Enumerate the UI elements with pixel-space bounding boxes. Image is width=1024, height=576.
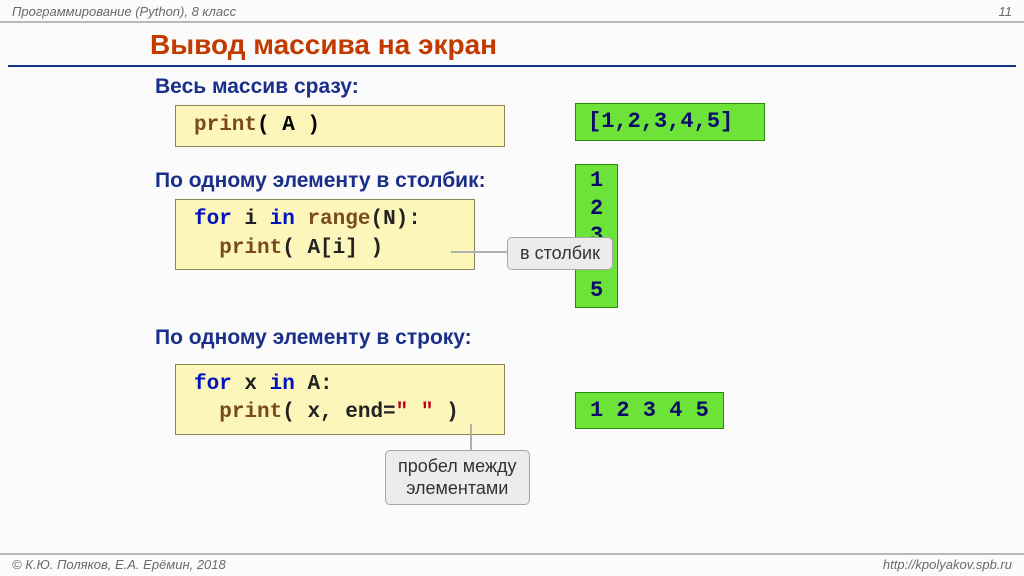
- connector-line: [451, 251, 509, 253]
- copyright: © К.Ю. Поляков, Е.А. Ерёмин, 2018: [12, 557, 226, 572]
- callout-space: пробел между элементами: [385, 450, 530, 505]
- output-box-1: [1,2,3,4,5]: [575, 103, 765, 141]
- code-mid: i: [232, 208, 270, 231]
- code-rest: ( x, end=: [282, 401, 395, 424]
- code-mid: [295, 208, 308, 231]
- code-box-1: print( A ): [175, 105, 505, 147]
- footer-url: http://kpolyakov.spb.ru: [883, 557, 1012, 572]
- output-box-2: 1 2 3 4 5: [575, 164, 618, 308]
- kw-range: range: [307, 208, 370, 231]
- kw-for: for: [194, 373, 232, 396]
- slide-title: Вывод массива на экран: [150, 29, 1024, 61]
- code-rest: ): [433, 401, 458, 424]
- section1-label: Весь массив сразу:: [155, 75, 1024, 99]
- section3-label: По одному элементу в строку:: [155, 326, 1024, 350]
- title-underline: [8, 65, 1016, 67]
- footer-bar: © К.Ю. Поляков, Е.А. Ерёмин, 2018 http:/…: [0, 553, 1024, 576]
- kw-for: for: [194, 208, 232, 231]
- kw-print: print: [219, 401, 282, 424]
- section1-row: print( A ) [1,2,3,4,5]: [155, 105, 1024, 147]
- callout-column: в столбик: [507, 237, 613, 270]
- code-rest: ( A ): [257, 114, 320, 137]
- code-mid: x: [232, 373, 270, 396]
- course-label: Программирование (Python), 8 класс: [12, 4, 236, 19]
- header-bar: Программирование (Python), 8 класс 11: [0, 0, 1024, 23]
- page-number: 11: [999, 4, 1013, 19]
- section2-row: for i in range(N): print( A[i] ) 1 2 3 4…: [155, 199, 1024, 308]
- code-box-3: for x in A: print( x, end=" " ): [175, 364, 505, 435]
- code-rest: ( A[i] ): [282, 237, 383, 260]
- kw-print: print: [194, 114, 257, 137]
- code-box-2: for i in range(N): print( A[i] ): [175, 199, 475, 270]
- section3-row: for x in A: print( x, end=" " ) 1 2 3 4 …: [155, 364, 1024, 435]
- output-box-3: 1 2 3 4 5: [575, 392, 724, 430]
- content-area: Весь массив сразу: print( A ) [1,2,3,4,5…: [0, 75, 1024, 435]
- kw-print: print: [219, 237, 282, 260]
- title-row: Вывод массива на экран: [0, 23, 1024, 63]
- string-lit: " ": [396, 401, 434, 424]
- kw-in: in: [270, 373, 295, 396]
- kw-in: in: [270, 208, 295, 231]
